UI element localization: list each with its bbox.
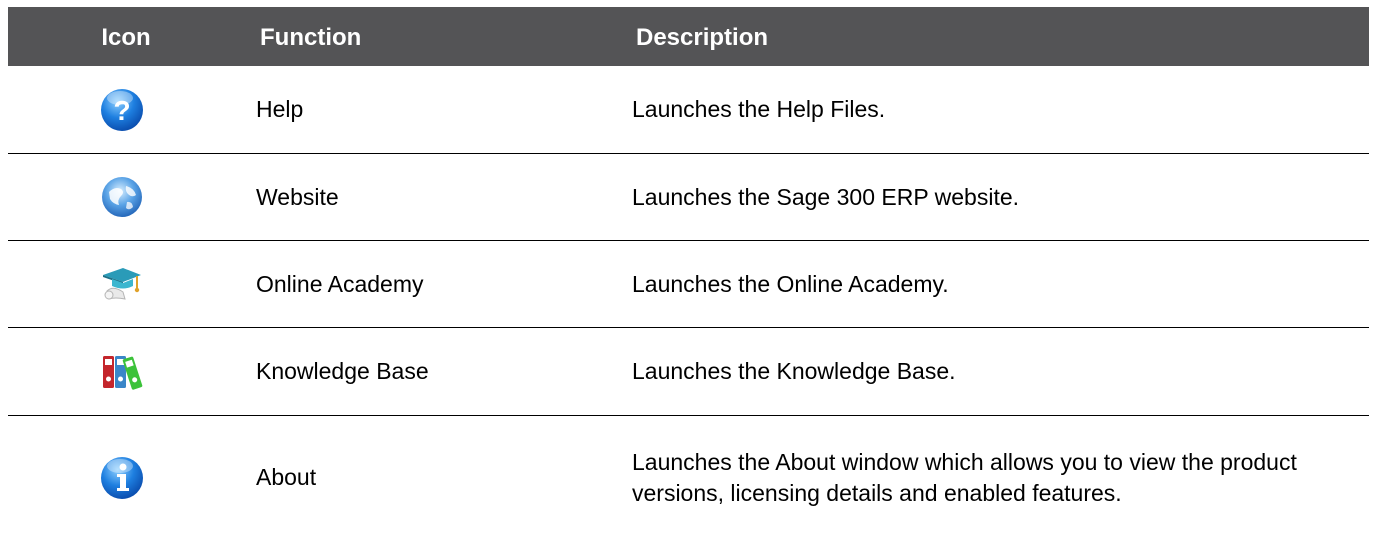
icon-cell: ? <box>8 87 236 133</box>
function-label: Online Academy <box>256 270 424 297</box>
table-row: Website Launches the Sage 300 ERP websit… <box>8 154 1369 241</box>
table-row: Knowledge Base Launches the Knowledge Ba… <box>8 328 1369 416</box>
function-label: Help <box>256 96 304 122</box>
icon-cell <box>8 261 236 307</box>
function-label: Knowledge Base <box>256 358 429 384</box>
function-label: About <box>256 464 317 490</box>
header-function: Function <box>260 23 362 51</box>
functions-table: Icon Function Description ? Help Launche… <box>8 7 1369 539</box>
table-row: ? Help Launches the Help Files. <box>8 66 1369 154</box>
svg-text:?: ? <box>113 95 130 126</box>
info-icon <box>101 456 143 499</box>
binders-icon <box>103 355 143 390</box>
icon-cell <box>8 174 236 220</box>
table-row: Online Academy Launches the Online Acade… <box>8 241 1369 328</box>
description-text: Launches the Online Academy. <box>632 270 949 297</box>
header-icon: Icon <box>101 23 151 51</box>
graduation-cap-icon <box>103 268 141 300</box>
globe-icon <box>102 177 142 217</box>
description-text: Launches the Help Files. <box>632 96 886 122</box>
description-text: Launches the About window which allows y… <box>632 448 1297 506</box>
header-description: Description <box>636 24 769 51</box>
icon-cell <box>8 455 236 501</box>
table-row: About Launches the About window which al… <box>8 416 1369 539</box>
function-label: Website <box>256 183 339 210</box>
icon-cell <box>8 349 236 395</box>
description-text: Launches the Sage 300 ERP website. <box>632 183 1020 210</box>
help-icon: ? <box>101 88 143 131</box>
table-header: Icon Function Description <box>8 7 1369 66</box>
description-text: Launches the Knowledge Base. <box>632 358 956 384</box>
